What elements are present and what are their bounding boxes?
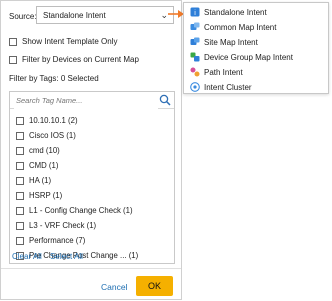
cancel-button[interactable]: Cancel [101,282,127,292]
site-map-intent-icon [190,37,200,45]
show-template-only-option[interactable]: Show Intent Template Only [9,37,117,46]
tag-item[interactable]: Performance (7) [16,236,85,245]
tag-item[interactable]: 10.10.10.1 (2) [16,116,78,125]
tag-search-input[interactable] [14,92,158,109]
tag-list-box: 10.10.10.1 (2) Cisco IOS (1) cmd (10) CM… [9,91,175,264]
source-selected-value: Standalone Intent [43,10,106,20]
tag-checkbox[interactable] [16,176,24,185]
menu-item-label: Intent Cluster [204,82,252,92]
show-template-only-checkbox[interactable] [9,37,17,46]
menu-item-label: Path Intent [204,67,243,77]
menu-item-intent-cluster[interactable]: Intent Cluster [190,82,252,92]
tag-label: Cisco IOS (1) [29,131,76,140]
tag-item[interactable]: Cisco IOS (1) [16,131,76,140]
clear-all-link[interactable]: Clear All [12,252,42,261]
tag-label: HA (1) [29,176,52,185]
tag-label: L3 - VRF Check (1) [29,221,97,230]
menu-item-path-intent[interactable]: Path Intent [190,67,243,77]
footer-divider [1,268,181,269]
menu-item-site-map-intent[interactable]: Site Map Intent [190,37,258,47]
tag-checkbox[interactable] [16,161,24,170]
tag-label: Performance (7) [29,236,86,245]
menu-item-device-group-map-intent[interactable]: Device Group Map Intent [190,52,293,62]
tag-links: Clear All Select All [12,252,89,261]
filter-by-tags-label: Filter by Tags: 0 Selected [9,74,99,83]
ok-button[interactable]: OK [136,276,173,296]
tag-search-bar [10,92,174,109]
tag-label: 10.10.10.1 (2) [29,116,78,125]
tag-item[interactable]: HSRP (1) [16,191,62,200]
menu-item-label: Standalone Intent [204,7,267,17]
tag-checkbox[interactable] [16,146,24,155]
tag-checkbox[interactable] [16,221,24,230]
menu-item-label: Site Map Intent [204,37,258,47]
intent-cluster-icon [190,82,200,92]
tag-label: HSRP (1) [29,191,63,200]
filter-by-devices-checkbox[interactable] [9,55,17,64]
source-dropdown-menu: i Standalone Intent Common Map Intent Si… [183,2,329,94]
source-dropdown[interactable]: Standalone Intent ⌄ [36,6,174,24]
arrow-icon [168,10,184,18]
tag-item[interactable]: L1 - Config Change Check (1) [16,206,133,215]
menu-item-label: Device Group Map Intent [204,52,293,62]
tag-label: cmd (10) [29,146,60,155]
tag-item[interactable]: HA (1) [16,176,51,185]
filter-by-devices-label: Filter by Devices on Current Map [22,55,139,64]
tag-checkbox[interactable] [16,236,24,245]
menu-item-label: Common Map Intent [204,22,277,32]
search-icon[interactable] [159,94,171,106]
path-intent-icon [190,67,200,77]
tag-item[interactable]: CMD (1) [16,161,58,170]
menu-item-common-map-intent[interactable]: Common Map Intent [190,22,276,32]
tag-label: L1 - Config Change Check (1) [29,206,133,215]
intent-source-panel: Source: Standalone Intent ⌄ Show Intent … [0,0,182,300]
tag-item[interactable]: cmd (10) [16,146,60,155]
common-map-intent-icon [190,22,200,30]
tag-item[interactable]: L3 - VRF Check (1) [16,221,96,230]
tag-checkbox[interactable] [16,131,24,140]
filter-by-devices-option[interactable]: Filter by Devices on Current Map [9,55,139,64]
tag-checkbox[interactable] [16,191,24,200]
tag-checkbox[interactable] [16,206,24,215]
menu-item-standalone-intent[interactable]: i Standalone Intent [190,7,267,17]
tag-label: CMD (1) [29,161,59,170]
show-template-only-label: Show Intent Template Only [22,37,118,46]
device-group-map-intent-icon [190,52,200,62]
chevron-down-icon: ⌄ [160,10,168,20]
select-all-link[interactable]: Select All [50,252,83,261]
source-label: Source: [9,12,37,21]
tag-checkbox[interactable] [16,116,24,125]
standalone-intent-icon: i [190,7,200,17]
